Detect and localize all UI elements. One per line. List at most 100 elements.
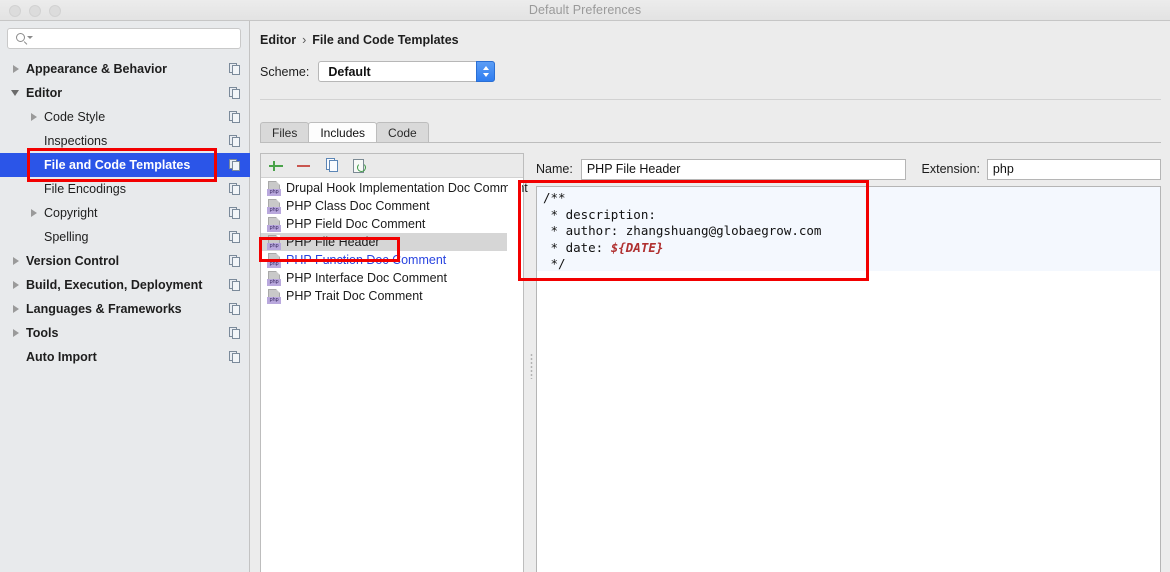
copy-settings-icon[interactable] [229,63,241,75]
list-item[interactable]: php PHP Class Doc Comment [261,197,507,215]
chevron-right-icon[interactable] [10,279,22,291]
sidebar-item-label: Auto Import [26,350,97,364]
list-item-label: PHP Interface Doc Comment [286,271,447,285]
copy-settings-icon[interactable] [229,255,241,267]
list-item-label: PHP File Header [286,235,380,249]
chevron-down-icon[interactable] [10,87,22,99]
preferences-sidebar: Appearance & Behavior Editor Code Style Ins… [0,21,250,572]
copy-settings-icon[interactable] [229,135,241,147]
sidebar-item-file-and-code-templates[interactable]: File and Code Templates [0,153,250,177]
list-item[interactable]: php PHP Interface Doc Comment [261,269,507,287]
code-line-text: */ [543,256,566,272]
sidebar-item-appearance-behavior[interactable]: Appearance & Behavior [0,57,250,81]
header-divider [260,99,1161,100]
list-item[interactable]: php Drupal Hook Implementation Doc Commen… [261,179,528,197]
chevron-right-icon[interactable] [28,111,40,123]
list-item[interactable]: php PHP Function Doc Comment [261,251,507,269]
sidebar-item-auto-import[interactable]: Auto Import [0,345,250,369]
search-field-wrapper [7,28,241,49]
template-code-text[interactable]: /** * description: * author: zhangshuang… [543,190,821,273]
breadcrumb-parent[interactable]: Editor [260,33,296,47]
chevron-down-icon[interactable] [27,36,33,39]
code-variable: ${DATE} [610,239,664,255]
stepper-icon[interactable] [476,61,496,82]
sidebar-item-tools[interactable]: Tools [0,321,250,345]
sidebar-item-file-encodings[interactable]: File Encodings [0,177,250,201]
list-item[interactable]: php PHP Trait Doc Comment [261,287,507,305]
php-file-icon: php [267,288,281,304]
template-code-editor[interactable]: /** * description: * author: zhangshuang… [536,186,1161,572]
sidebar-item-code-style[interactable]: Code Style [0,105,250,129]
template-name-row: Name: Extension: [536,158,1161,180]
list-item[interactable]: php PHP Field Doc Comment [261,215,507,233]
preferences-window: Default Preferences Appearance & Behavio… [0,0,1170,572]
template-list-toolbar [261,154,523,178]
copy-settings-icon[interactable] [229,327,241,339]
template-name-input[interactable] [580,158,906,180]
sidebar-item-editor[interactable]: Editor [0,81,250,105]
list-item-label: PHP Trait Doc Comment [286,289,423,303]
tabs-underline [260,142,1161,143]
code-line-text: * author: zhangshuang@globaegrow.com [543,223,822,239]
copy-settings-icon[interactable] [229,279,241,291]
sidebar-item-label: Editor [26,86,63,100]
sidebar-item-languages-frameworks[interactable]: Languages & Frameworks [0,297,250,321]
panel-splitter[interactable] [528,153,535,572]
sidebar-item-inspections[interactable]: Inspections [0,129,250,153]
copy-settings-icon[interactable] [229,303,241,315]
chevron-right-icon[interactable] [10,303,22,315]
copy-settings-icon[interactable] [229,111,241,123]
copy-settings-icon[interactable] [229,207,241,219]
settings-content-pane: Editor › File and Code Templates Scheme: D… [251,21,1170,572]
sidebar-item-label: Languages & Frameworks [26,302,182,316]
copy-settings-icon[interactable] [229,159,241,171]
sidebar-item-label: Build, Execution, Deployment [26,278,203,292]
chevron-right-icon[interactable] [10,255,22,267]
template-list: php Drupal Hook Implementation Doc Commen… [261,179,528,305]
sidebar-item-spelling[interactable]: Spelling [0,225,250,249]
copy-settings-icon[interactable] [229,351,241,363]
sidebar-item-copyright[interactable]: Copyright [0,201,250,225]
code-line: * description: [543,207,821,224]
sidebar-item-label: Version Control [26,254,120,268]
code-line: * author: zhangshuang@globaegrow.com [543,223,822,240]
window-titlebar: Default Preferences [0,0,1170,21]
tab-includes[interactable]: Includes [308,122,378,142]
copy-settings-icon[interactable] [229,87,241,99]
settings-tree: Appearance & Behavior Editor Code Style Ins… [0,57,250,369]
tab-label: Files [272,125,298,140]
sidebar-item-version-control[interactable]: Version Control [0,249,250,273]
scheme-label: Scheme: [260,64,310,79]
tab-files[interactable]: Files [260,122,310,142]
php-file-icon: php [267,252,281,268]
chevron-right-icon[interactable] [10,63,22,75]
add-template-button[interactable] [266,156,286,176]
sidebar-item-label: Tools [26,326,59,340]
splitter-grip-icon [530,353,533,379]
search-input[interactable] [34,29,234,48]
list-item[interactable]: php PHP File Header [261,233,507,251]
php-file-icon: php [267,198,281,214]
php-file-icon: php [267,270,281,286]
remove-template-button[interactable] [294,156,314,176]
scheme-dropdown[interactable]: Default [318,61,496,82]
sidebar-item-build-execution-deployment[interactable]: Build, Execution, Deployment [0,273,250,297]
chevron-right-icon[interactable] [28,207,40,219]
search-box[interactable] [7,28,241,49]
template-list-scrollbar[interactable] [508,179,522,572]
reset-template-button[interactable] [350,156,370,176]
code-line: * date: ${DATE} [543,240,821,257]
template-extension-input[interactable] [986,158,1161,180]
chevron-right-icon[interactable] [10,327,22,339]
copy-template-button[interactable] [322,156,342,176]
sidebar-item-label: File and Code Templates [44,158,191,172]
sidebar-item-label: Spelling [44,230,89,244]
copy-settings-icon[interactable] [229,183,241,195]
tab-code[interactable]: Code [376,122,429,142]
tab-label: Includes [320,125,366,140]
sidebar-item-label: Inspections [44,134,108,148]
copy-settings-icon[interactable] [229,231,241,243]
